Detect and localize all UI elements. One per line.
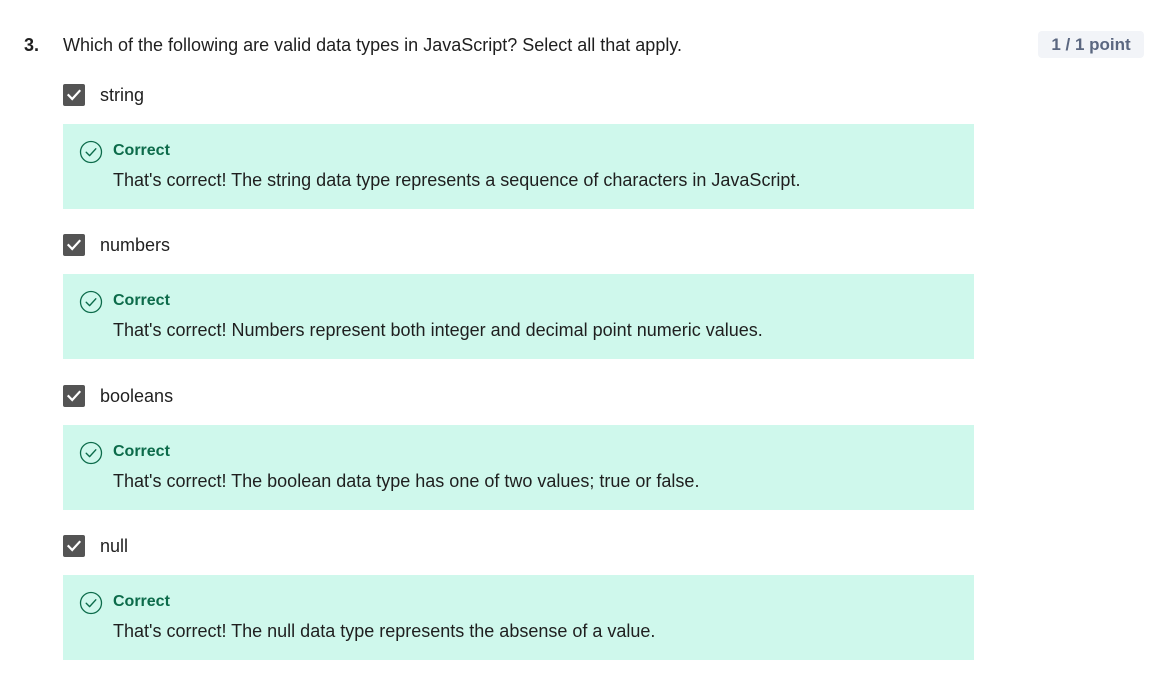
option-label[interactable]: string <box>100 84 144 106</box>
checkmark-icon <box>66 239 82 251</box>
feedback-text: That's correct! The null data type repre… <box>113 621 656 641</box>
checkmark-icon <box>66 390 82 402</box>
feedback-title: Correct <box>113 593 170 610</box>
feedback-text: That's correct! The boolean data type ha… <box>113 471 700 491</box>
option-label[interactable]: booleans <box>100 385 173 407</box>
checkmark-icon <box>66 89 82 101</box>
question-number: 3. <box>24 35 40 55</box>
feedback-correct: Correct That's correct! Numbers represen… <box>63 274 974 359</box>
answer-option-booleans: booleans Correct That's correct! The boo… <box>63 385 974 510</box>
checkbox[interactable] <box>63 385 85 407</box>
question-text: Which of the following are valid data ty… <box>63 35 682 55</box>
check-circle-icon <box>79 290 103 314</box>
option-row[interactable]: null <box>63 535 974 559</box>
option-row[interactable]: string <box>63 84 974 108</box>
option-label[interactable]: numbers <box>100 234 170 256</box>
feedback-title: Correct <box>113 292 170 309</box>
quiz-question: 3. Which of the following are valid data… <box>0 0 1171 700</box>
checkbox[interactable] <box>63 535 85 557</box>
check-circle-icon <box>79 140 103 164</box>
feedback-text: That's correct! The string data type rep… <box>113 170 801 190</box>
checkbox[interactable] <box>63 234 85 256</box>
feedback-title: Correct <box>113 142 170 159</box>
feedback-correct: Correct That's correct! The boolean data… <box>63 425 974 510</box>
answer-option-numbers: numbers Correct That's correct! Numbers … <box>63 234 974 359</box>
feedback-title: Correct <box>113 443 170 460</box>
answer-option-null: null Correct That's correct! The null da… <box>63 535 974 660</box>
check-circle-icon <box>79 591 103 615</box>
points-badge: 1 / 1 point <box>1038 31 1144 58</box>
option-label[interactable]: null <box>100 535 128 557</box>
feedback-correct: Correct That's correct! The string data … <box>63 124 974 209</box>
checkmark-icon <box>66 540 82 552</box>
feedback-correct: Correct That's correct! The null data ty… <box>63 575 974 660</box>
checkbox[interactable] <box>63 84 85 106</box>
answer-option-string: string Correct That's correct! The strin… <box>63 84 974 209</box>
option-row[interactable]: numbers <box>63 234 974 258</box>
feedback-text: That's correct! Numbers represent both i… <box>113 320 763 340</box>
check-circle-icon <box>79 441 103 465</box>
option-row[interactable]: booleans <box>63 385 974 409</box>
